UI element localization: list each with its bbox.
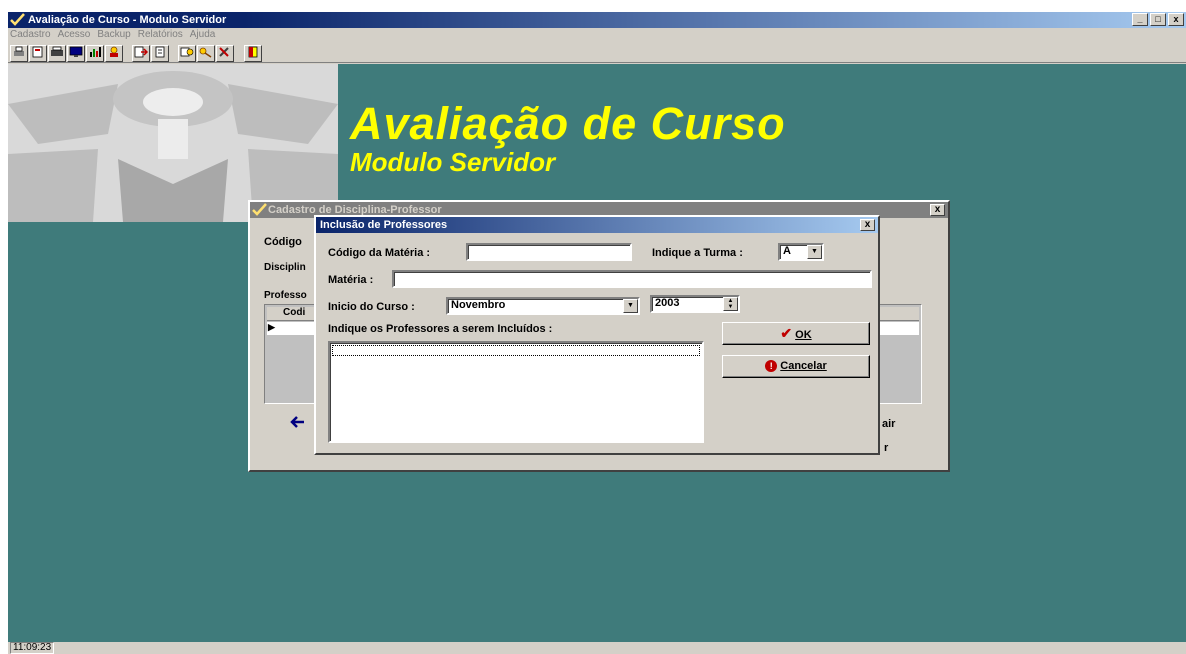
inclusao-close-button[interactable]: x: [860, 219, 875, 231]
hero-subtitle: Modulo Servidor: [350, 147, 556, 177]
menu-cadastro[interactable]: Cadastro: [10, 28, 51, 42]
close-button[interactable]: x: [1168, 13, 1184, 26]
sair-label[interactable]: air: [882, 418, 895, 430]
main-window-title: Avaliação de Curso - Modulo Servidor: [28, 14, 227, 26]
spinner-arrows-icon[interactable]: ▲ ▼: [723, 297, 738, 311]
cancelar-label: Cancelar: [780, 360, 827, 372]
window-controls: _ □ x: [1132, 13, 1184, 26]
mes-select[interactable]: Novembro ▼: [446, 297, 640, 315]
professores-listbox[interactable]: [328, 341, 704, 443]
r-label: r: [884, 442, 889, 454]
university-logo: [8, 64, 338, 222]
disciplina-label: Disciplin: [264, 262, 306, 273]
turma-select[interactable]: A ▼: [778, 243, 824, 261]
menu-backup[interactable]: Backup: [97, 28, 130, 42]
inclusao-professores-dialog: Inclusão de Professores x Código da Maté…: [314, 215, 880, 455]
chevron-down-icon[interactable]: ▼: [807, 245, 822, 259]
professores-list-label: Indique os Professores a serem Incluídos…: [328, 323, 553, 335]
inclusao-dialog-title: Inclusão de Professores: [320, 219, 448, 231]
ano-spinner[interactable]: 2003 ▲ ▼: [650, 295, 740, 313]
users-icon[interactable]: [105, 45, 123, 62]
maximize-button[interactable]: □: [1150, 13, 1166, 26]
ano-value: 2003: [655, 297, 680, 309]
turma-value: A: [783, 245, 791, 257]
status-bar: 11:09:23: [8, 642, 1186, 654]
codigo-materia-label: Código da Matéria :: [328, 247, 431, 259]
menu-acesso[interactable]: Acesso: [58, 28, 91, 42]
status-clock: 11:09:23: [10, 642, 55, 654]
ok-button[interactable]: ✔ OK: [722, 322, 870, 345]
chevron-down-icon[interactable]: ▼: [623, 299, 638, 313]
row-indicator-icon: ▶: [268, 322, 275, 332]
chart-icon[interactable]: [86, 45, 104, 62]
stats-icon[interactable]: [178, 45, 196, 62]
back-arrow-icon[interactable]: [290, 416, 306, 428]
inclusao-dialog-titlebar[interactable]: Inclusão de Professores x: [316, 217, 878, 233]
disciplina-close-button[interactable]: x: [930, 204, 945, 216]
app-check-icon: [10, 13, 25, 26]
menu-relatorios[interactable]: Relatórios: [138, 28, 183, 42]
materia-input[interactable]: [392, 270, 872, 288]
hero-title: Avaliação de Curso: [350, 98, 786, 149]
cancel-icon: !: [765, 360, 778, 373]
toolbar: [8, 43, 1186, 63]
exit-door-icon[interactable]: [244, 45, 262, 62]
menu-ajuda[interactable]: Ajuda: [190, 28, 216, 42]
ok-label: OK: [795, 329, 812, 341]
printer-icon[interactable]: [10, 45, 28, 62]
inicio-curso-label: Inicio do Curso :: [328, 301, 415, 313]
checkmark-icon: ✔: [780, 325, 793, 341]
key-icon[interactable]: [197, 45, 215, 62]
menu-bar: Cadastro Acesso Backup Relatórios Ajuda: [8, 28, 1186, 42]
cancelar-button[interactable]: ! Cancelar: [722, 355, 870, 378]
print-preview-icon[interactable]: [48, 45, 66, 62]
tools-icon[interactable]: [216, 45, 234, 62]
monitor-icon[interactable]: [67, 45, 85, 62]
materia-label: Matéria :: [328, 274, 374, 286]
app-check-icon: [252, 203, 267, 216]
import-icon[interactable]: [132, 45, 150, 62]
list-item[interactable]: [332, 345, 700, 356]
minimize-button[interactable]: _: [1132, 13, 1148, 26]
codigo-label: Código: [264, 236, 302, 248]
turma-label: Indique a Turma :: [652, 247, 743, 259]
mes-value: Novembro: [451, 299, 506, 311]
codigo-materia-input[interactable]: [466, 243, 632, 261]
main-titlebar[interactable]: Avaliação de Curso - Modulo Servidor _ □…: [8, 12, 1186, 28]
report-icon[interactable]: [29, 45, 47, 62]
professores-label: Professo: [264, 290, 307, 301]
grid-col-codigo[interactable]: Codi: [283, 307, 305, 318]
document-icon[interactable]: [151, 45, 169, 62]
